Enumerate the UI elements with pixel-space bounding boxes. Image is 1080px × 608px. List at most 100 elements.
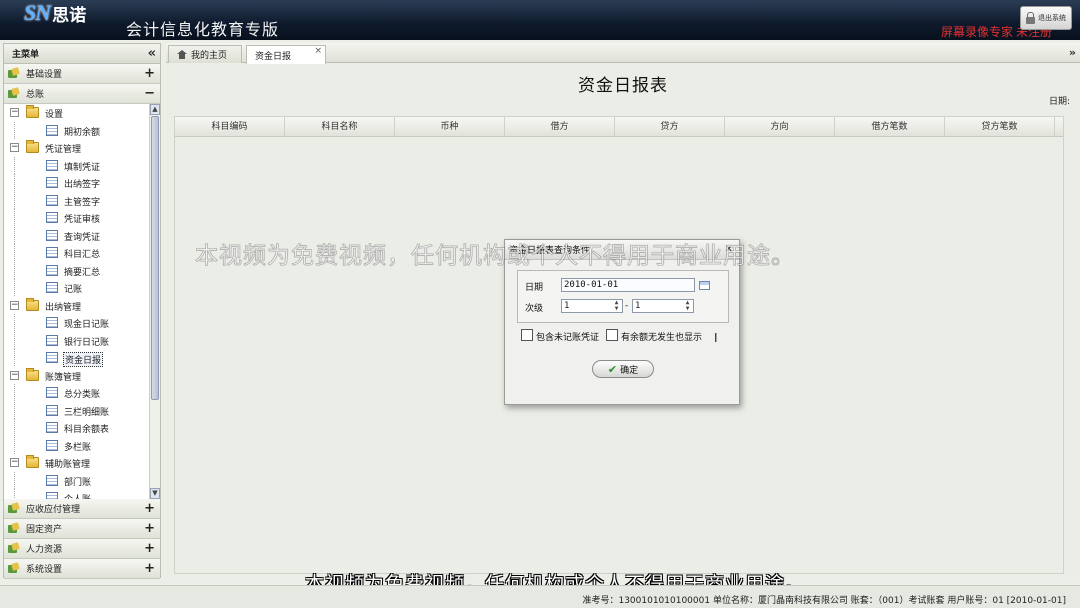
app-title: 会计信息化教育专版 (126, 20, 280, 39)
menu-group-label: 总账 (26, 90, 45, 100)
tree-item-selected[interactable]: 资金日报 (4, 349, 160, 367)
column-header[interactable]: 方向 (725, 117, 835, 136)
module-icon (8, 503, 20, 514)
expand-icon[interactable]: + (144, 561, 155, 576)
tree-folder[interactable]: − 账簿管理 (4, 367, 160, 385)
column-header[interactable]: 贷方笔数 (945, 117, 1055, 136)
expand-icon[interactable]: + (144, 66, 155, 81)
tree-item-label: 个人账 (63, 492, 92, 499)
lock-icon (1026, 12, 1035, 24)
tree-item-label: 总分类账 (64, 390, 101, 400)
report-page-icon (46, 194, 58, 206)
close-tab-icon[interactable]: × (314, 46, 322, 56)
confirm-button[interactable]: ✔ 确定 (592, 360, 654, 378)
tree-folder-label: 设置 (45, 110, 64, 120)
menu-group-receivables-payables[interactable]: 应收应付管理 + (4, 499, 160, 519)
tree-item[interactable]: 银行日记账 (4, 331, 160, 350)
tree-item[interactable]: 主管签字 (4, 191, 160, 210)
collapse-sidebar-icon[interactable]: « (148, 46, 156, 61)
scroll-thumb[interactable] (151, 116, 159, 400)
sidebar-title: 主菜单 « (4, 44, 160, 64)
menu-group-fixed-assets[interactable]: 固定资产 + (4, 519, 160, 539)
show-no-activity-checkbox[interactable] (606, 329, 618, 341)
level-to-stepper[interactable]: 1 ▲ ▼ (632, 299, 694, 313)
tree-item-label: 多栏账 (64, 442, 92, 453)
menu-group-system-settings[interactable]: 系统设置 + (4, 559, 160, 579)
include-unposted-checkbox[interactable] (521, 329, 533, 341)
expand-icon[interactable]: + (144, 521, 155, 536)
report-page-icon (46, 492, 58, 499)
level-from-stepper[interactable]: 1 ▲ ▼ (561, 299, 623, 313)
tab-home[interactable]: 我的主页 (168, 45, 242, 63)
tab-fund-daily-report[interactable]: 资金日报 × (246, 45, 326, 64)
spin-arrows-icon[interactable]: ▲ ▼ (612, 300, 621, 312)
tree-folder[interactable]: − 出纳管理 (4, 297, 160, 315)
tree-item-label: 现金日记账 (64, 320, 110, 330)
tab-report-label: 资金日报 (255, 51, 292, 62)
tree-item-label: 出纳签字 (64, 180, 101, 190)
module-icon (8, 68, 20, 79)
tree-item-label: 凭证审核 (64, 215, 101, 225)
tree-item[interactable]: 期初余额 (4, 121, 160, 140)
column-header[interactable]: 借方 (505, 117, 615, 136)
tree-folder[interactable]: − 凭证管理 (4, 139, 160, 157)
expand-icon[interactable]: + (144, 541, 155, 556)
tree-item[interactable]: 现金日记账 (4, 314, 160, 332)
spin-arrows-icon[interactable]: ▲ ▼ (683, 300, 692, 312)
tree-folder[interactable]: − 辅助账管理 (4, 454, 160, 472)
tree-item[interactable]: 三栏明细账 (4, 401, 160, 420)
collapse-icon[interactable]: − (144, 86, 155, 101)
tree-item[interactable]: 多栏账 (4, 436, 160, 455)
tree-toggle-icon[interactable]: − (10, 458, 19, 467)
tab-overflow-icon[interactable]: » (1069, 46, 1076, 59)
tree-item-label: 摘要汇总 (64, 267, 101, 278)
tree-connector (14, 226, 15, 244)
column-header[interactable]: 科目编码 (175, 117, 285, 136)
date-input[interactable]: 2010-01-01 (561, 278, 695, 292)
report-page-icon (46, 247, 58, 258)
menu-group-human-resources[interactable]: 人力资源 + (4, 539, 160, 559)
status-text: 准考号：13001010101000​01 单位名称：厦门晶南科技有限公司 账套… (582, 596, 1066, 606)
tree-connector (14, 436, 15, 454)
tree-scrollbar[interactable]: ▲ ▼ (149, 104, 160, 499)
tree-item[interactable]: 科目汇总 (4, 244, 160, 262)
tree-item[interactable]: 个人账 (4, 489, 160, 499)
column-header[interactable]: 借方笔数 (835, 117, 945, 136)
column-header[interactable]: 贷方 (615, 117, 725, 136)
menu-group-label: 基础设置 (26, 70, 63, 80)
tree-item-label: 记账 (64, 285, 83, 295)
confirm-label: 确定 (620, 365, 639, 376)
tree-item[interactable]: 科目余额表 (4, 419, 160, 437)
menu-group-label: 应收应付管理 (26, 505, 81, 515)
menu-group-basic-settings[interactable]: 基础设置 + (4, 64, 160, 84)
column-header[interactable]: 币种 (395, 117, 505, 136)
tree-item[interactable]: 填制凭证 (4, 156, 160, 175)
tree-item[interactable]: 查询凭证 (4, 226, 160, 245)
tree-toggle-icon[interactable]: − (10, 108, 19, 117)
report-page-icon (46, 404, 58, 416)
calendar-icon[interactable] (699, 281, 710, 290)
report-page-icon (46, 334, 58, 346)
scroll-down-icon[interactable]: ▼ (150, 488, 160, 499)
tree-item[interactable]: 出纳签字 (4, 174, 160, 192)
menu-group-label: 系统设置 (26, 565, 63, 575)
tree-connector (14, 471, 15, 489)
tree-folder[interactable]: − 设置 (4, 104, 160, 122)
expand-icon[interactable]: + (144, 501, 155, 516)
tree-item[interactable]: 记账 (4, 279, 160, 297)
tree-item[interactable]: 部门账 (4, 471, 160, 490)
tree-toggle-icon[interactable]: − (10, 370, 19, 380)
tree-toggle-icon[interactable]: − (10, 300, 19, 310)
menu-group-general-ledger[interactable]: 总账 − (4, 84, 160, 104)
level-label: 次级 (525, 304, 544, 314)
tree-toggle-icon[interactable]: − (10, 143, 19, 152)
scroll-up-icon[interactable]: ▲ (150, 104, 160, 115)
logo-sn-text: SN (24, 0, 51, 25)
column-header[interactable]: 科目名称 (285, 117, 395, 136)
main-menu-sidebar: 主菜单 « 基础设置 + 总账 − − 设置 期初余额 − 凭证管理 填制凭证出纳签字 主管… (3, 43, 161, 579)
tree-item-label: 期初余额 (64, 127, 101, 138)
tree-item[interactable]: 摘要汇总 (4, 261, 160, 280)
tree-item[interactable]: 总分类账 (4, 384, 160, 402)
logout-button[interactable]: 退出系统 (1020, 6, 1072, 30)
tree-item[interactable]: 凭证审核 (4, 209, 160, 227)
